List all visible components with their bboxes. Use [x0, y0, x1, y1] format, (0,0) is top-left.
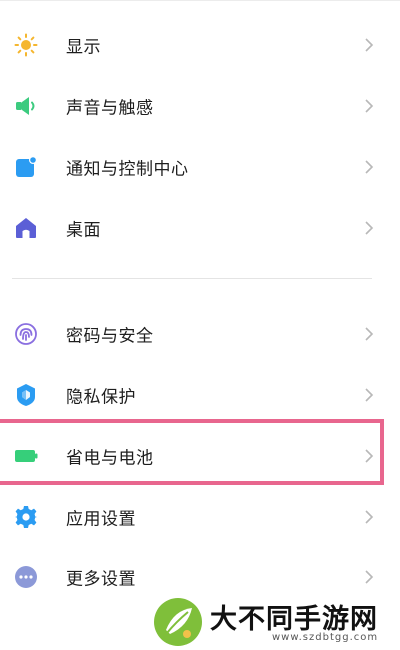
privacy-shield-icon: [17, 384, 35, 406]
settings-item-label: 显示: [66, 37, 101, 58]
chevron-right-icon: [365, 570, 374, 584]
chevron-right-icon: [365, 99, 374, 113]
chevron-right-icon: [365, 38, 374, 52]
settings-item-label: 通知与控制中心: [66, 159, 189, 180]
settings-item-label: 隐私保护: [66, 387, 136, 408]
settings-item-app-settings[interactable]: 应用设置: [0, 488, 400, 546]
leaf-logo-icon: [154, 598, 202, 646]
notification-icon: [16, 156, 37, 177]
highlight-box: [0, 419, 384, 485]
settings-item-privacy[interactable]: 隐私保护: [0, 366, 400, 424]
site-watermark: 大不同手游网 www.szdbtgg.com: [150, 594, 400, 650]
top-separator: [0, 0, 400, 1]
home-icon: [16, 218, 36, 238]
chevron-right-icon: [365, 327, 374, 341]
settings-item-label: 声音与触感: [66, 98, 154, 119]
settings-item-label: 密码与安全: [66, 326, 154, 347]
chevron-right-icon: [365, 160, 374, 174]
settings-item-label: 应用设置: [66, 509, 136, 530]
chevron-right-icon: [365, 510, 374, 524]
watermark-url: www.szdbtgg.com: [272, 632, 379, 643]
fingerprint-icon: [15, 323, 37, 345]
settings-item-password-security[interactable]: 密码与安全: [0, 305, 400, 363]
settings-item-notifications[interactable]: 通知与控制中心: [0, 138, 400, 196]
settings-item-sound[interactable]: 声音与触感: [0, 77, 400, 135]
settings-item-desktop[interactable]: 桌面: [0, 199, 400, 257]
speaker-icon: [16, 97, 35, 115]
brightness-icon: [14, 33, 38, 57]
settings-item-label: 桌面: [66, 220, 101, 241]
watermark-title: 大不同手游网: [210, 604, 378, 635]
gear-icon: [15, 506, 37, 528]
settings-item-display[interactable]: 显示: [0, 16, 400, 74]
section-divider: [12, 278, 372, 279]
settings-item-label: 更多设置: [66, 569, 136, 590]
more-icon: [15, 566, 37, 588]
chevron-right-icon: [365, 388, 374, 402]
chevron-right-icon: [365, 221, 374, 235]
